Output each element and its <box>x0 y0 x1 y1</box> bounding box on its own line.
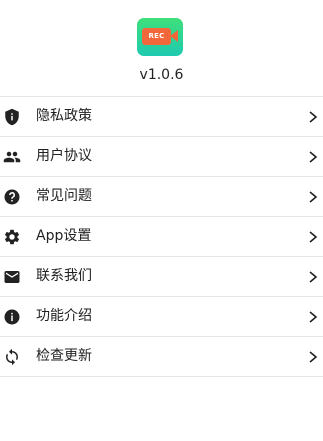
menu-item-privacy-policy[interactable]: 隐私政策 <box>0 96 323 136</box>
menu-item-label: 检查更新 <box>36 348 92 364</box>
menu-item-label: 用户协议 <box>36 148 92 164</box>
refresh-icon <box>3 348 21 366</box>
app-version: v1.0.6 <box>139 67 184 83</box>
menu-item-label: App设置 <box>36 228 92 244</box>
menu-item-faq[interactable]: 常见问题 <box>0 176 323 216</box>
info-icon <box>3 308 21 326</box>
chevron-right-icon <box>307 110 319 124</box>
menu-item-label: 功能介绍 <box>36 308 92 324</box>
people-icon <box>3 148 21 166</box>
chevron-right-icon <box>307 270 319 284</box>
menu-item-app-settings[interactable]: App设置 <box>0 216 323 256</box>
chevron-right-icon <box>307 230 319 244</box>
gear-icon <box>3 228 21 246</box>
menu-item-label: 隐私政策 <box>36 108 92 124</box>
chevron-right-icon <box>307 350 319 364</box>
menu-item-contact-us[interactable]: 联系我们 <box>0 256 323 296</box>
mail-icon <box>3 268 21 286</box>
app-logo-text: REC <box>148 32 165 40</box>
camera-lens <box>170 30 178 42</box>
chevron-right-icon <box>307 310 319 324</box>
menu-item-label: 联系我们 <box>36 268 92 284</box>
menu-item-feature-intro[interactable]: 功能介绍 <box>0 296 323 336</box>
menu-item-label: 常见问题 <box>36 188 92 204</box>
settings-menu: 隐私政策 用户协议 常见问题 App设置 联系我们 功能介绍 检查更新 <box>0 96 323 377</box>
chevron-right-icon <box>307 150 319 164</box>
chevron-right-icon <box>307 190 319 204</box>
app-logo-icon: REC <box>137 18 183 56</box>
help-circle-icon <box>3 188 21 206</box>
menu-item-check-update[interactable]: 检查更新 <box>0 336 323 377</box>
menu-item-user-agreement[interactable]: 用户协议 <box>0 136 323 176</box>
app-header: REC v1.0.6 <box>0 0 323 96</box>
shield-icon <box>3 108 21 126</box>
